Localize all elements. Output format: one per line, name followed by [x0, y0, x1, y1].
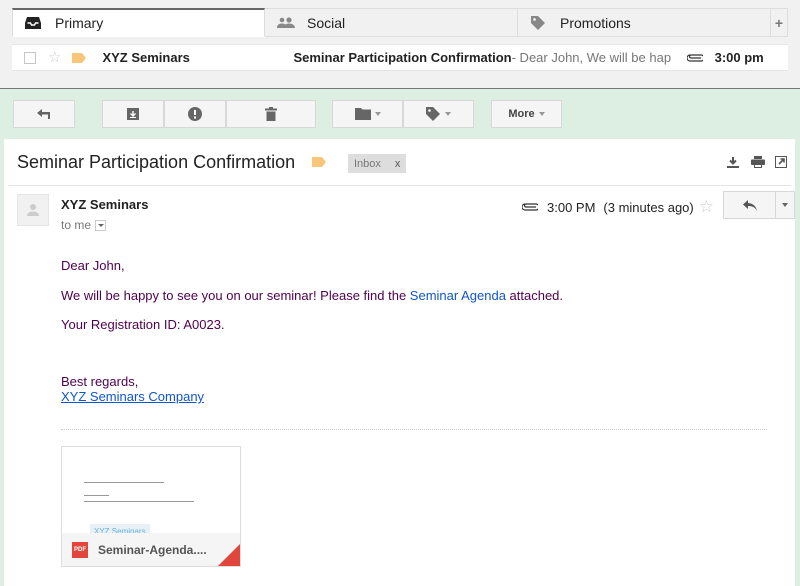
email-list-row[interactable]: ☆ XYZ Seminars Seminar Participation Con… — [12, 44, 788, 71]
inbox-label-chip: Inbox x — [348, 154, 407, 173]
archive-icon — [127, 108, 139, 120]
label-tag-icon — [72, 52, 87, 63]
sender-avatar[interactable] — [17, 194, 49, 226]
reply-button[interactable] — [724, 192, 776, 218]
preview-text-line — [84, 482, 164, 483]
download-all-icon[interactable] — [727, 156, 741, 170]
signature: XYZ Seminars Company — [61, 389, 204, 404]
inbox-icon — [25, 16, 43, 30]
category-tabs: Primary Social Promotions + — [12, 8, 788, 37]
pdf-icon: PDF — [72, 541, 88, 558]
message-panel: Seminar Participation Confirmation Inbox… — [4, 139, 795, 586]
reply-icon — [742, 199, 757, 211]
back-arrow-icon — [37, 109, 50, 119]
row-time: 3:00 pm — [714, 50, 764, 65]
row-sender: XYZ Seminars — [102, 50, 190, 65]
label-chip-text: Inbox — [354, 157, 381, 170]
body-text: attached. — [505, 288, 564, 303]
registration-id: Your Registration ID: A0023. — [61, 317, 225, 332]
pdf-corner-icon — [218, 544, 240, 566]
attachment-footer: PDF Seminar-Agenda.... — [62, 533, 240, 566]
person-icon — [27, 204, 39, 216]
print-icon[interactable] — [751, 156, 765, 170]
report-spam-button[interactable] — [164, 100, 226, 128]
seminar-agenda-link[interactable]: Seminar Agenda — [410, 288, 506, 303]
show-details-button[interactable] — [95, 219, 107, 231]
select-checkbox[interactable] — [24, 51, 36, 64]
chevron-down-icon — [538, 112, 545, 116]
chevron-down-icon — [782, 203, 788, 207]
back-button[interactable] — [13, 100, 75, 128]
tab-label: Social — [307, 14, 346, 31]
attachment-filename: Seminar-Agenda.... — [98, 542, 207, 557]
attachment-icon — [522, 203, 538, 211]
recipient-text: to me — [61, 218, 92, 232]
message-subject: Seminar Participation Confirmation — [17, 152, 296, 172]
row-subject: Seminar Participation Confirmation — [293, 50, 512, 65]
delete-button[interactable] — [226, 100, 316, 128]
sender-name[interactable]: XYZ Seminars — [61, 197, 148, 212]
add-tab-button[interactable]: + — [771, 8, 788, 37]
attachment-card[interactable]: XYZ Seminars PDF Seminar-Agenda.... — [61, 446, 241, 567]
message-meta: 3:00 PM (3 minutes ago) ☆ — [522, 197, 714, 217]
body-text: We will be happy to see you on our semin… — [61, 288, 410, 303]
star-icon[interactable]: ☆ — [699, 197, 714, 217]
open-new-window-icon[interactable] — [775, 156, 789, 170]
chevron-down-icon — [374, 112, 381, 116]
more-reply-options-button[interactable] — [776, 192, 794, 218]
tab-primary[interactable]: Primary — [12, 8, 265, 37]
tab-label: Primary — [55, 15, 104, 31]
attachment-icon — [686, 53, 703, 62]
tab-social[interactable]: Social — [265, 8, 518, 37]
importance-label-icon[interactable] — [312, 157, 326, 167]
reply-button-group — [723, 191, 795, 219]
remove-label-button[interactable]: x — [395, 158, 401, 170]
spam-icon — [188, 107, 202, 121]
archive-button[interactable] — [102, 100, 164, 128]
folder-icon — [354, 108, 371, 120]
preview-text-line — [84, 501, 194, 502]
trash-icon — [265, 107, 277, 121]
body-line-1: We will be happy to see you on our semin… — [61, 288, 563, 303]
chevron-down-icon — [445, 112, 451, 116]
attachments-divider — [61, 429, 767, 430]
closing: Best regards, — [61, 374, 139, 389]
recipient-line: to me — [61, 218, 107, 232]
more-label: More — [508, 108, 535, 120]
message-time: 3:00 PM — [547, 199, 596, 215]
people-icon — [277, 16, 295, 30]
chevron-down-icon — [97, 223, 104, 227]
tab-label: Promotions — [560, 14, 631, 31]
greeting: Dear John, — [61, 258, 125, 273]
preview-text-line — [84, 495, 109, 496]
message-relative-time: (3 minutes ago) — [603, 199, 694, 215]
tab-promotions[interactable]: Promotions — [518, 8, 771, 37]
header-divider — [8, 185, 791, 186]
row-snippet: - Dear John, We will be hap — [511, 50, 672, 65]
tag-icon — [530, 15, 548, 30]
company-link[interactable]: XYZ Seminars Company — [61, 389, 204, 404]
more-button[interactable]: More — [491, 100, 562, 128]
move-to-button[interactable] — [332, 100, 403, 128]
star-icon[interactable]: ☆ — [48, 50, 61, 65]
tag-icon — [426, 107, 440, 121]
labels-button[interactable] — [403, 100, 474, 128]
message-actions — [727, 156, 789, 170]
